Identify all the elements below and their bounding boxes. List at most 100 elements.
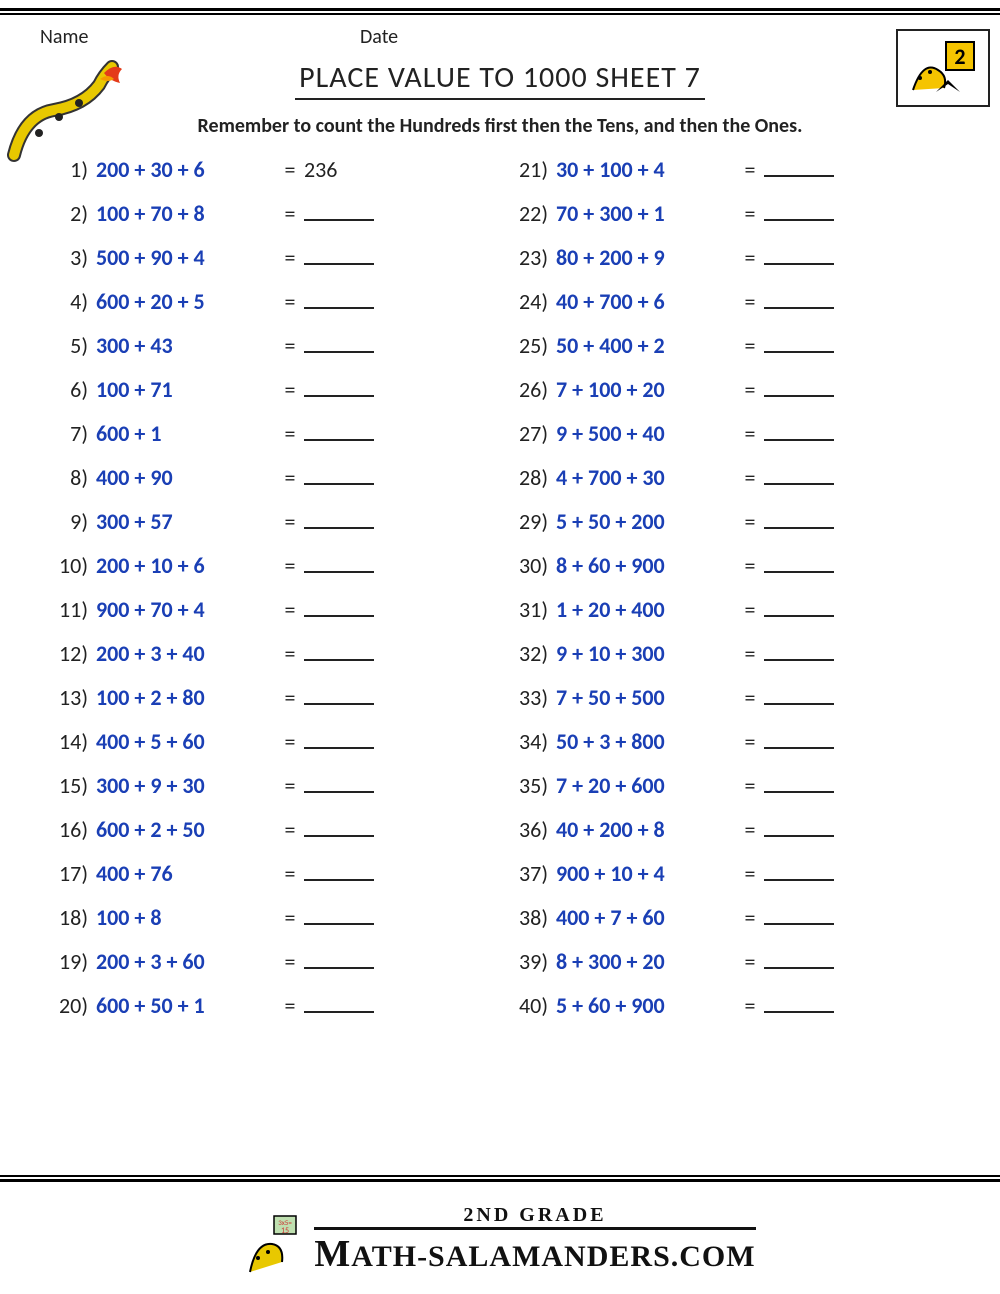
answer-slot[interactable] [304,200,394,227]
answer-slot[interactable] [764,156,854,183]
answer-blank[interactable] [764,157,834,177]
answer-slot[interactable] [764,772,854,799]
answer-slot[interactable] [304,728,394,755]
expression: 8 + 300 + 20 [556,948,736,975]
equals-sign: = [736,288,764,315]
answer-slot[interactable] [764,332,854,359]
answer-blank[interactable] [304,861,374,881]
answer-blank[interactable] [304,729,374,749]
answer-blank[interactable] [304,509,374,529]
expression: 200 + 10 + 6 [96,552,276,579]
answer-blank[interactable] [304,993,374,1013]
answer-slot[interactable] [304,508,394,535]
answer-blank[interactable] [304,597,374,617]
answer-blank[interactable] [764,289,834,309]
answer-blank[interactable] [764,465,834,485]
problem-row: 18)100 + 8= [40,904,500,948]
answer-slot[interactable] [764,508,854,535]
answer-blank[interactable] [304,949,374,969]
answer-blank[interactable] [764,201,834,221]
answer-blank[interactable] [304,377,374,397]
answer-slot[interactable] [764,948,854,975]
answer-blank[interactable] [304,201,374,221]
answer-blank[interactable] [304,465,374,485]
problem-number: 21) [500,156,556,183]
answer-slot[interactable] [304,464,394,491]
answer-blank[interactable] [764,641,834,661]
problem-row: 26)7 + 100 + 20= [500,376,960,420]
equals-sign: = [736,728,764,755]
problem-number: 33) [500,684,556,711]
answer-slot[interactable] [764,596,854,623]
answer-blank[interactable] [764,773,834,793]
answer-slot[interactable] [764,816,854,843]
expression: 40 + 700 + 6 [556,288,736,315]
answer-slot[interactable] [304,860,394,887]
answer-blank[interactable] [764,905,834,925]
answer-blank[interactable] [764,949,834,969]
problem-number: 3) [40,244,96,271]
answer-slot[interactable] [764,376,854,403]
answer-slot[interactable]: 236 [304,156,394,183]
answer-slot[interactable] [304,552,394,579]
answer-slot[interactable] [764,684,854,711]
answer-slot[interactable] [304,992,394,1019]
answer-blank[interactable] [764,729,834,749]
problem-number: 2) [40,200,96,227]
answer-slot[interactable] [304,816,394,843]
answer-slot[interactable] [304,332,394,359]
answer-slot[interactable] [764,420,854,447]
answer-slot[interactable] [304,596,394,623]
answer-slot[interactable] [764,904,854,931]
answer-blank[interactable] [304,245,374,265]
problem-row: 6)100 + 71= [40,376,500,420]
answer-slot[interactable] [764,464,854,491]
answer-blank[interactable] [304,553,374,573]
equals-sign: = [736,596,764,623]
answer-slot[interactable] [304,376,394,403]
answer-blank[interactable] [304,773,374,793]
answer-slot[interactable] [764,244,854,271]
expression: 200 + 3 + 40 [96,640,276,667]
answer-slot[interactable] [304,772,394,799]
answer-blank[interactable] [764,993,834,1013]
answer-blank[interactable] [764,597,834,617]
answer-slot[interactable] [304,948,394,975]
answer-blank[interactable] [764,817,834,837]
answer-blank[interactable] [764,245,834,265]
answer-slot[interactable] [764,992,854,1019]
problem-number: 22) [500,200,556,227]
answer-blank[interactable] [304,333,374,353]
answer-blank[interactable] [764,333,834,353]
answer-slot[interactable] [764,640,854,667]
answer-slot[interactable] [304,244,394,271]
answer-slot[interactable] [764,860,854,887]
answer-slot[interactable] [304,420,394,447]
answer-blank[interactable] [304,817,374,837]
answer-blank[interactable] [304,641,374,661]
answer-blank[interactable] [304,289,374,309]
answer-blank[interactable] [304,905,374,925]
answer-blank[interactable] [304,685,374,705]
answer-blank[interactable] [764,685,834,705]
answer-blank[interactable] [764,509,834,529]
expression: 600 + 50 + 1 [96,992,276,1019]
problem-row: 30)8 + 60 + 900= [500,552,960,596]
answer-slot[interactable] [764,552,854,579]
equals-sign: = [736,684,764,711]
answer-slot[interactable] [304,288,394,315]
answer-slot[interactable] [764,200,854,227]
answer-blank[interactable] [764,377,834,397]
answer-slot[interactable] [764,728,854,755]
answer-slot[interactable] [304,684,394,711]
answer-slot[interactable] [764,288,854,315]
answer-blank[interactable] [764,553,834,573]
expression: 200 + 3 + 60 [96,948,276,975]
answer-blank[interactable] [764,861,834,881]
answer-blank[interactable] [304,421,374,441]
answer-blank[interactable] [764,421,834,441]
equals-sign: = [736,200,764,227]
problem-row: 32)9 + 10 + 300= [500,640,960,684]
answer-slot[interactable] [304,640,394,667]
answer-slot[interactable] [304,904,394,931]
